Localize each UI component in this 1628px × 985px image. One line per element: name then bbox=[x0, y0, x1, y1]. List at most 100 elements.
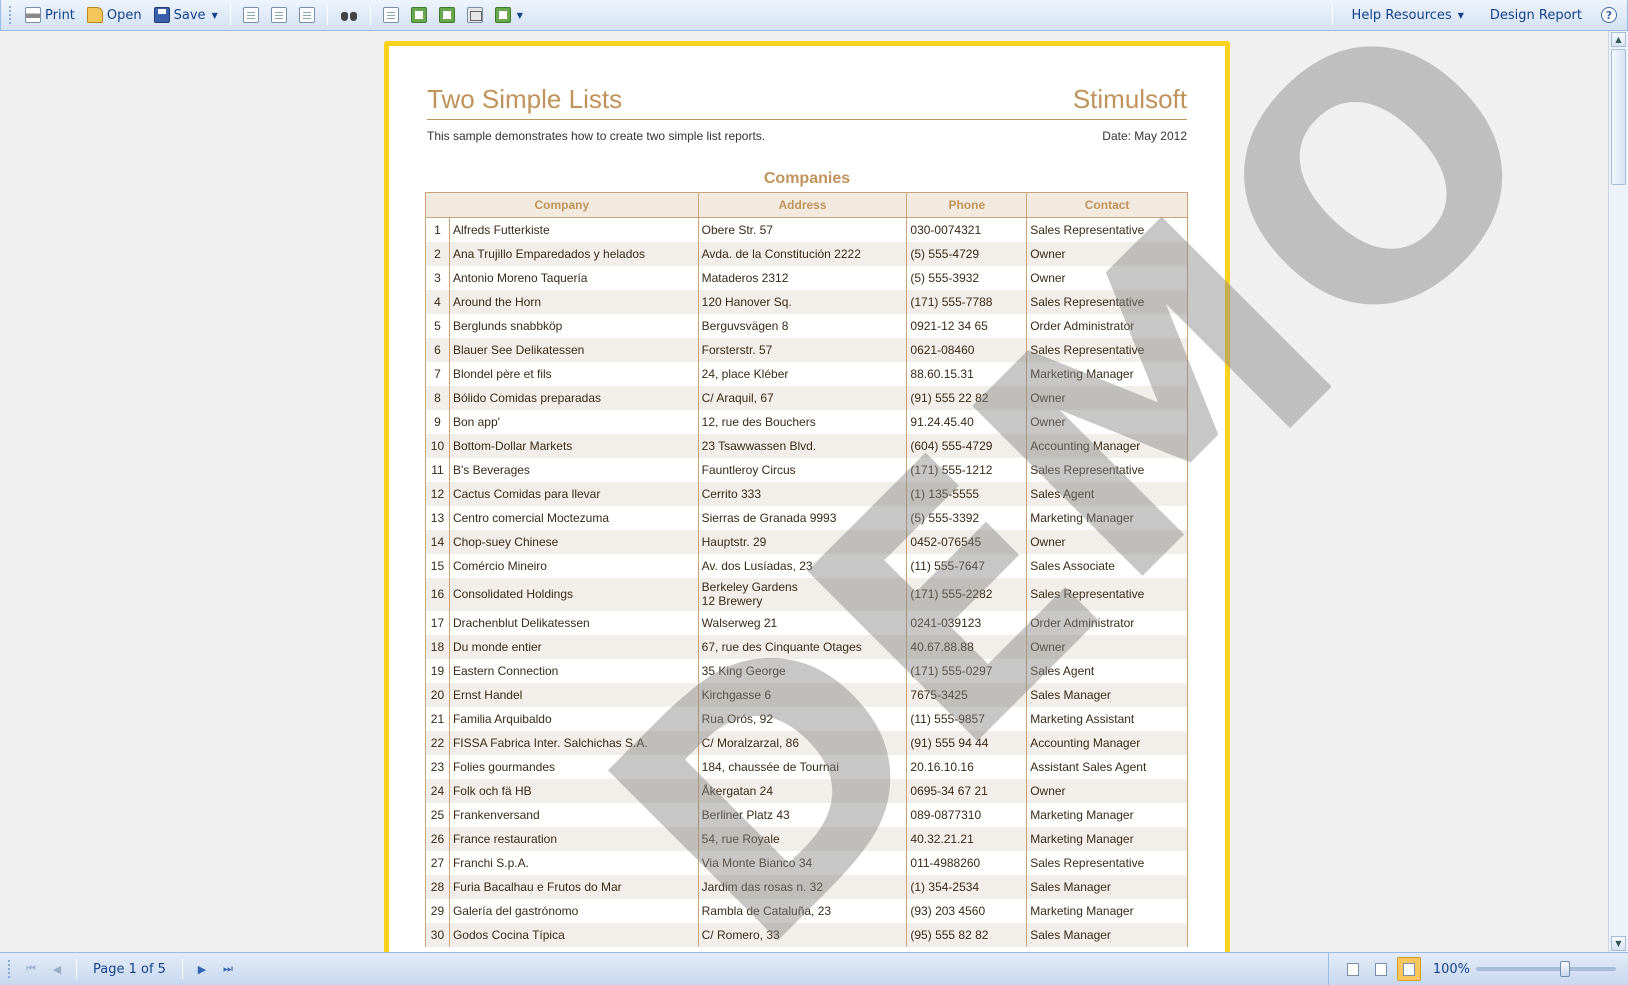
full-screen-icon bbox=[382, 7, 399, 23]
vertical-scrollbar[interactable]: ▲ ▼ bbox=[1608, 31, 1628, 952]
address-cell: 54, rue Royale bbox=[697, 826, 908, 851]
row-number: 9 bbox=[425, 409, 450, 434]
first-page-button[interactable]: ⏮ bbox=[20, 958, 42, 980]
company-cell: Eastern Connection bbox=[448, 658, 699, 683]
previous-page-button[interactable]: ◀ bbox=[46, 958, 68, 980]
contact-cell: Marketing Manager bbox=[1026, 898, 1188, 923]
contact-cell: Sales Representative bbox=[1026, 850, 1188, 875]
save-button[interactable]: Save ▼ bbox=[148, 3, 224, 27]
table-row: 9 Bon app' 12, rue des Bouchers 91.24.45.40… bbox=[425, 409, 1188, 434]
row-number: 16 bbox=[425, 577, 450, 611]
phone-cell: (171) 555-7788 bbox=[906, 289, 1028, 314]
table-row: 16 Consolidated Holdings Berkeley Gardens 1… bbox=[425, 577, 1188, 611]
contact-cell: Owner bbox=[1026, 409, 1188, 434]
export-excel-button[interactable] bbox=[405, 3, 433, 27]
report-date: Date: May 2012 bbox=[1102, 129, 1187, 143]
table-row: 28 Furia Bacalhau e Frutos do Mar Jardim d… bbox=[425, 874, 1188, 899]
export-icon bbox=[494, 7, 511, 23]
address-line: Berkeley Gardens bbox=[701, 580, 798, 594]
toolbar-separator bbox=[1331, 5, 1333, 25]
table-row: 1 Alfreds Futterkiste Obere Str. 57 030-007… bbox=[425, 217, 1188, 242]
scroll-down-icon[interactable]: ▼ bbox=[1611, 936, 1626, 951]
find-button[interactable] bbox=[334, 3, 364, 27]
row-number: 14 bbox=[425, 529, 450, 554]
table-row: 8 Bólido Comidas preparadas C/ Araquil, 67… bbox=[425, 385, 1188, 410]
multiple-pages-view-button[interactable] bbox=[1396, 957, 1421, 981]
contact-cell: Sales Representative bbox=[1026, 217, 1188, 242]
company-cell: Centro comercial Moctezuma bbox=[448, 505, 699, 530]
zoom-slider[interactable] bbox=[1476, 961, 1616, 977]
full-screen-button[interactable] bbox=[377, 3, 405, 27]
table-header-row: Company Address Phone Contact bbox=[425, 192, 1188, 218]
folder-icon bbox=[86, 7, 103, 23]
contact-cell: Owner bbox=[1026, 634, 1188, 659]
chevron-down-icon: ▼ bbox=[1457, 10, 1464, 20]
row-number: 20 bbox=[425, 682, 450, 707]
phone-cell: 0921-12 34 65 bbox=[906, 313, 1028, 338]
address-cell: Berkeley Gardens 12 Brewery bbox=[697, 577, 908, 611]
help-icon[interactable]: ? bbox=[1601, 7, 1617, 23]
row-number: 17 bbox=[425, 610, 450, 635]
address-cell: Walserweg 21 bbox=[697, 610, 908, 635]
address-cell: C/ Araquil, 67 bbox=[697, 385, 908, 410]
address-cell: 67, rue des Cinquante Otages bbox=[697, 634, 908, 659]
parameters-button[interactable] bbox=[265, 3, 293, 27]
phone-cell: (93) 203 4560 bbox=[906, 898, 1028, 923]
bookmarks-button[interactable] bbox=[237, 3, 265, 27]
phone-cell: (5) 555-3392 bbox=[906, 505, 1028, 530]
company-cell: Antonio Moreno Taquería bbox=[448, 265, 699, 290]
header-address: Address bbox=[697, 192, 908, 218]
export-sheet-button[interactable] bbox=[433, 3, 461, 27]
phone-cell: (5) 555-4729 bbox=[906, 241, 1028, 266]
row-number: 15 bbox=[425, 553, 450, 578]
company-cell: Chop-suey Chinese bbox=[448, 529, 699, 554]
contact-cell: Sales Manager bbox=[1026, 874, 1188, 899]
export-menu-button[interactable]: ▼ bbox=[489, 3, 529, 27]
phone-cell: (95) 555 82 82 bbox=[906, 922, 1028, 947]
phone-cell: (5) 555-3932 bbox=[906, 265, 1028, 290]
design-report-button[interactable]: Design Report bbox=[1477, 3, 1595, 27]
send-email-button[interactable] bbox=[461, 3, 489, 27]
row-number: 10 bbox=[425, 433, 450, 458]
excel-icon bbox=[410, 7, 427, 23]
table-row: 5 Berglunds snabbköp Berguvsvägen 8 0921-12… bbox=[425, 313, 1188, 338]
report-page: Two Simple Lists Stimulsoft This sample … bbox=[384, 31, 1608, 952]
table-row: 27 Franchi S.p.A. Via Monte Bianco 34 011-4… bbox=[425, 850, 1188, 875]
header-contact: Contact bbox=[1026, 192, 1188, 218]
row-number: 19 bbox=[425, 658, 450, 683]
address-cell: 12, rue des Bouchers bbox=[697, 409, 908, 434]
open-label: Open bbox=[106, 7, 142, 23]
open-button[interactable]: Open bbox=[81, 3, 148, 27]
table-row: 20 Ernst Handel Kirchgasse 6 7675-3425 Sales… bbox=[425, 682, 1188, 707]
report-title: Two Simple Lists bbox=[427, 84, 623, 114]
help-resources-menu[interactable]: Help Resources ▼ bbox=[1339, 3, 1477, 27]
table-row: 25 Frankenversand Berliner Platz 43 089-087… bbox=[425, 802, 1188, 827]
table-row: 17 Drachenblut Delikatessen Walserweg 21 02… bbox=[425, 610, 1188, 635]
table-row: 22 FISSA Fabrica Inter. Salchichas S.A. C/… bbox=[425, 730, 1188, 755]
next-page-button[interactable]: ▶ bbox=[191, 958, 213, 980]
one-page-view-button[interactable] bbox=[1341, 957, 1365, 981]
scroll-thumb[interactable] bbox=[1611, 49, 1626, 185]
phone-cell: 40.67.88.88 bbox=[906, 634, 1028, 659]
table-row: 14 Chop-suey Chinese Hauptstr. 29 0452-0765… bbox=[425, 529, 1188, 554]
address-cell: 24, place Kléber bbox=[697, 361, 908, 386]
contact-cell: Sales Associate bbox=[1026, 553, 1188, 578]
table-row: 13 Centro comercial Moctezuma Sierras de G… bbox=[425, 505, 1188, 530]
company-cell: Ernst Handel bbox=[448, 682, 699, 707]
chevron-down-icon: ▼ bbox=[516, 10, 523, 20]
table-row: 30 Godos Cocina Típica C/ Romero, 33 (95) 5… bbox=[425, 922, 1188, 947]
company-cell: FISSA Fabrica Inter. Salchichas S.A. bbox=[448, 730, 699, 755]
whole-report-view-button[interactable] bbox=[1369, 957, 1393, 981]
print-button[interactable]: Print bbox=[19, 3, 81, 27]
phone-cell: (171) 555-2282 bbox=[906, 577, 1028, 611]
thumbnails-button[interactable] bbox=[293, 3, 321, 27]
row-number: 27 bbox=[425, 850, 450, 875]
contact-cell: Marketing Assistant bbox=[1026, 706, 1188, 731]
company-cell: Furia Bacalhau e Frutos do Mar bbox=[448, 874, 699, 899]
last-page-button[interactable]: ⏭ bbox=[217, 958, 239, 980]
row-number: 30 bbox=[425, 922, 450, 947]
zoom-slider-thumb[interactable] bbox=[1560, 961, 1570, 977]
phone-cell: 40.32.21.21 bbox=[906, 826, 1028, 851]
toolbar-right: Help Resources ▼ Design Report ? bbox=[1326, 0, 1627, 30]
scroll-up-icon[interactable]: ▲ bbox=[1611, 32, 1626, 47]
